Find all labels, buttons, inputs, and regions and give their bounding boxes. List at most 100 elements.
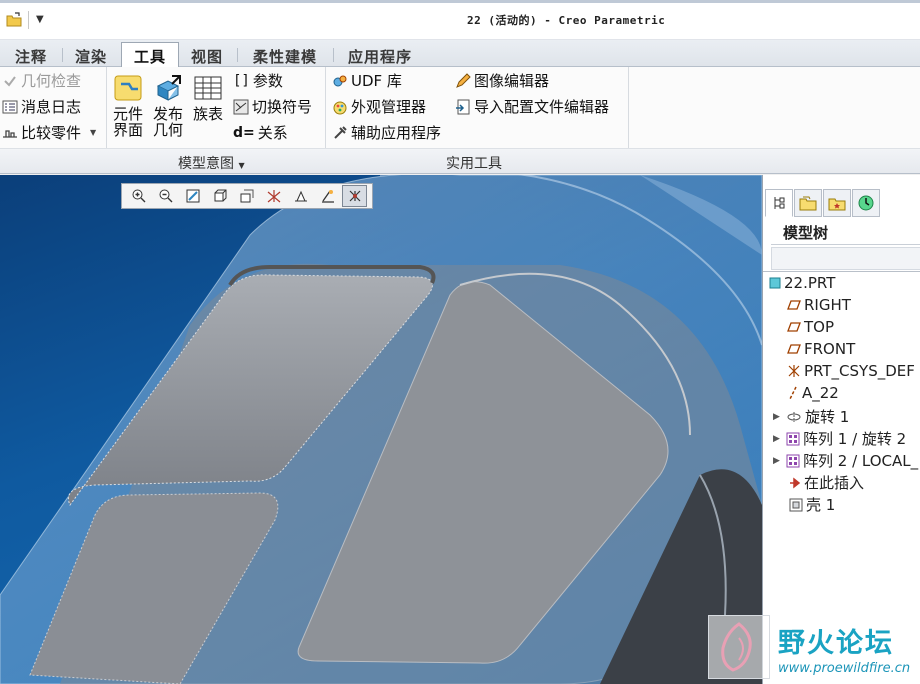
- graphics-viewport[interactable]: [0, 175, 762, 684]
- brackets-icon: []: [233, 72, 250, 89]
- component-interface-icon: [114, 75, 142, 101]
- component-interface-label-1: 元件: [112, 105, 143, 123]
- tree-item-label: 旋转 1: [805, 408, 850, 426]
- expand-arrow-icon[interactable]: ▶: [773, 434, 783, 444]
- tab-flexible-modeling[interactable]: 柔性建模: [243, 42, 327, 67]
- relations-button[interactable]: d= 关系: [233, 122, 288, 143]
- csys-display-icon[interactable]: [342, 185, 367, 207]
- group-model-intent[interactable]: 模型意图 ▼: [178, 153, 245, 173]
- saved-views-icon[interactable]: [234, 185, 259, 207]
- parameters-button[interactable]: [] 参数: [233, 70, 283, 91]
- relations-icon: d=: [233, 124, 255, 141]
- tab-folder-browser[interactable]: [794, 189, 822, 217]
- geometry-check-button[interactable]: 几何检查: [2, 70, 81, 91]
- folder-browser-icon: [799, 196, 817, 211]
- tab-history[interactable]: [852, 189, 880, 217]
- spin-center-icon[interactable]: [288, 185, 313, 207]
- component-interface-button[interactable]: 元件 界面: [112, 72, 144, 138]
- parameters-label: 参数: [252, 72, 283, 90]
- udf-library-label: UDF 库: [351, 72, 402, 90]
- tree-item-insert-here[interactable]: 在此插入: [789, 472, 864, 493]
- publish-geometry-label-2: 几何: [152, 121, 183, 139]
- switch-symbols-label: 切换符号: [252, 98, 313, 116]
- tab-favorites[interactable]: [823, 189, 851, 217]
- expand-arrow-icon[interactable]: ▶: [773, 456, 783, 466]
- appearance-manager-button[interactable]: 外观管理器: [332, 96, 426, 117]
- tree-item-label: 阵列 1 / 旋转 2: [803, 430, 907, 448]
- datum-plane-icon: [787, 300, 801, 310]
- model-tree-header: [771, 247, 920, 270]
- tree-item-label: 壳 1: [806, 496, 836, 514]
- chevron-down-icon[interactable]: ▼: [90, 128, 96, 137]
- tree-item-top[interactable]: TOP: [787, 318, 834, 336]
- ribbon-tabs: 注释 渲染 工具 视图 柔性建模 应用程序: [0, 40, 920, 68]
- csys-icon: [788, 365, 800, 377]
- tab-tools[interactable]: 工具: [121, 42, 179, 68]
- udf-library-button[interactable]: UDF 库: [332, 70, 402, 91]
- tab-annotate[interactable]: 注释: [6, 42, 56, 67]
- tree-item-front[interactable]: FRONT: [787, 340, 855, 358]
- appearance-manager-icon: [333, 101, 347, 114]
- switch-symbols-icon: [233, 99, 249, 114]
- annotation-display-icon[interactable]: [315, 185, 340, 207]
- expand-arrow-icon[interactable]: ▶: [773, 412, 783, 422]
- tree-item-part[interactable]: 22.PRT: [769, 274, 835, 292]
- auxiliary-app-icon: [334, 125, 347, 139]
- message-log-button[interactable]: 消息日志: [2, 96, 81, 117]
- zoom-out-icon[interactable]: [153, 185, 178, 207]
- tree-item-right[interactable]: RIGHT: [787, 296, 851, 314]
- zoom-in-icon[interactable]: [126, 185, 151, 207]
- import-config-icon: [456, 99, 470, 114]
- import-config-editor-button[interactable]: 导入配置文件编辑器: [455, 96, 609, 117]
- pattern-icon: [786, 432, 800, 445]
- tree-item-axis[interactable]: A_22: [787, 384, 839, 402]
- publish-geometry-button[interactable]: 发布 几何: [152, 72, 184, 138]
- display-style-icon[interactable]: [207, 185, 232, 207]
- datum-plane-icon: [787, 344, 801, 354]
- favorites-icon: [828, 198, 846, 211]
- revolve-icon: [787, 411, 801, 422]
- tab-view[interactable]: 视图: [184, 42, 230, 67]
- import-config-editor-label: 导入配置文件编辑器: [474, 98, 610, 116]
- family-table-icon: [194, 76, 222, 100]
- message-log-icon: [2, 100, 18, 113]
- tree-item-csys[interactable]: PRT_CSYS_DEF: [787, 362, 915, 380]
- dropdown-arrow-icon[interactable]: ▼: [36, 14, 44, 25]
- view-toolbar: [121, 183, 373, 209]
- compare-part-button[interactable]: 比较零件 ▼: [2, 122, 96, 143]
- shell-icon: [789, 498, 803, 511]
- model-tree-title: 模型树: [783, 224, 829, 242]
- tree-item-label: RIGHT: [804, 296, 851, 314]
- tab-render[interactable]: 渲染: [66, 42, 116, 67]
- group-utilities-label: 实用工具: [446, 156, 502, 172]
- datum-display-icon[interactable]: [261, 185, 286, 207]
- watermark: 野火论坛 www.proewildfire.cn: [708, 615, 920, 684]
- udf-library-icon: [333, 75, 347, 86]
- tree-item-revolve[interactable]: ▶ 旋转 1: [773, 406, 849, 427]
- switch-symbols-button[interactable]: 切换符号: [233, 96, 312, 117]
- refit-icon[interactable]: [180, 185, 205, 207]
- auxiliary-app-button[interactable]: 辅助应用程序: [332, 122, 441, 143]
- compare-part-icon: [3, 129, 17, 138]
- navigator-tabs: [763, 187, 920, 217]
- chevron-down-icon: ▼: [238, 161, 245, 170]
- image-editor-button[interactable]: 图像编辑器: [455, 70, 549, 91]
- tree-item-pattern-2[interactable]: ▶ 阵列 2 / LOCAL_: [773, 450, 918, 471]
- tree-item-pattern-1[interactable]: ▶ 阵列 1 / 旋转 2: [773, 428, 906, 449]
- component-interface-label-2: 界面: [112, 121, 143, 139]
- family-table-button[interactable]: 族表: [192, 72, 224, 122]
- relations-label: 关系: [257, 124, 288, 142]
- group-label-bar: 模型意图 ▼ 实用工具: [0, 148, 920, 173]
- tree-item-shell[interactable]: 壳 1: [789, 494, 835, 515]
- model-tree-icon: [774, 197, 785, 209]
- watermark-logo: [708, 615, 770, 679]
- insert-here-icon: [790, 476, 801, 489]
- tab-model-tree[interactable]: [765, 189, 793, 217]
- publish-geometry-label-1: 发布: [152, 105, 183, 123]
- pattern-icon: [786, 454, 800, 467]
- window-title: 22 (活动的) - Creo Parametric: [467, 14, 666, 27]
- auxiliary-app-label: 辅助应用程序: [351, 124, 442, 142]
- tree-item-label: 在此插入: [804, 474, 865, 492]
- folder-open-icon[interactable]: [6, 12, 22, 28]
- tab-applications[interactable]: 应用程序: [338, 42, 422, 67]
